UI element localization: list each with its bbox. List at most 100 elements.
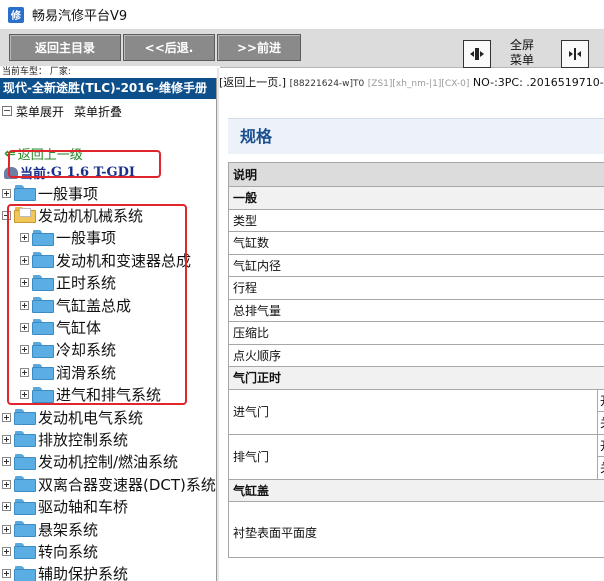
back-main-button[interactable]: 返回主目录 bbox=[9, 34, 121, 61]
back-up-label: 返回上一级 bbox=[17, 148, 83, 163]
restore-width-icon[interactable] bbox=[561, 40, 589, 68]
back-page-link[interactable]: [返回上一页.] bbox=[219, 76, 286, 89]
tree-node[interactable]: 冷却系统 bbox=[20, 339, 116, 361]
back-up-link[interactable]: ⇐ 返回上一级 bbox=[4, 144, 83, 164]
expand-icon[interactable] bbox=[2, 524, 11, 534]
tree-node[interactable]: 气缸盖总成 bbox=[20, 294, 131, 316]
current-prefix: 当前: bbox=[20, 167, 51, 182]
tree-node-label: 进气和排气系统 bbox=[56, 386, 162, 405]
tree-node[interactable]: 一般事项 bbox=[2, 182, 98, 204]
expand-icon[interactable] bbox=[2, 569, 11, 579]
tree-node[interactable]: 发动机机械系统 bbox=[2, 204, 143, 226]
tree-node[interactable]: 润滑系统 bbox=[20, 361, 116, 383]
spec-label: 压缩比 bbox=[228, 321, 604, 345]
spec-sub-label: 开启 bbox=[597, 388, 604, 412]
spec-sub-label: 关闭 bbox=[597, 456, 604, 480]
tree-node-label: 发动机控制/燃油系统 bbox=[38, 453, 179, 472]
prev-button[interactable]: <<后退. bbox=[123, 34, 215, 61]
expand-icon[interactable] bbox=[2, 479, 11, 489]
folder-icon bbox=[32, 252, 54, 269]
spec-label: 气缸内径 bbox=[228, 253, 604, 277]
folder-icon bbox=[14, 431, 36, 448]
tree-node-label: 转向系统 bbox=[38, 542, 99, 561]
spec-row: 排气门开启 bbox=[228, 433, 604, 480]
folder-icon bbox=[32, 319, 54, 336]
tree-node[interactable]: 发动机和变速器总成 bbox=[20, 249, 191, 271]
spec-label: 行程 bbox=[228, 276, 604, 300]
spec-row: 类型 bbox=[228, 208, 604, 232]
spec-label: 类型 bbox=[228, 208, 604, 232]
menu-toggle-row: 菜单展开 菜单折叠 bbox=[0, 99, 216, 123]
tree-node-label: 润滑系统 bbox=[56, 363, 117, 382]
expand-icon[interactable] bbox=[2, 502, 11, 512]
current-node: 当前: G 1.6 T-GDI bbox=[4, 163, 135, 182]
folder-icon bbox=[14, 409, 36, 425]
tree-node-label: 一般事项 bbox=[38, 184, 99, 203]
content-pane: [返回上一页.] [88221624-w]T0 [ZS1][xh_nm-|1][… bbox=[219, 68, 604, 581]
section-title: 规格 bbox=[228, 118, 604, 154]
spec-row: 气缸内径 bbox=[228, 253, 604, 277]
fullscreen-label: 全屏 bbox=[509, 38, 534, 52]
folder-icon bbox=[32, 229, 54, 246]
spec-row: 总排气量 bbox=[228, 298, 604, 322]
toolbar: 返回主目录 <<后退. >>前进 全屏 菜单 bbox=[0, 30, 604, 68]
tree-node-label: 正时系统 bbox=[56, 274, 117, 293]
tree-node[interactable]: 进气和排气系统 bbox=[20, 384, 161, 406]
tree-node[interactable]: 悬架系统 bbox=[2, 518, 98, 540]
doc-id: [88221624-w]T0 bbox=[289, 79, 365, 89]
expand-icon[interactable] bbox=[20, 278, 29, 288]
expand-icon[interactable] bbox=[20, 300, 29, 310]
expand-icon[interactable] bbox=[2, 188, 11, 198]
spec-section-label: 气门正时 bbox=[228, 366, 604, 390]
tree-node[interactable]: 驱动轴和车桥 bbox=[2, 496, 128, 518]
tree-node[interactable]: 气缸体 bbox=[20, 316, 101, 338]
table-header: 说明 bbox=[228, 162, 604, 187]
back-arrow-icon: ⇐ bbox=[4, 145, 16, 162]
menu-collapse-link[interactable]: 菜单折叠 bbox=[74, 103, 122, 120]
fullscreen-menu-label[interactable]: 全屏 菜单 bbox=[507, 38, 537, 68]
expand-icon[interactable] bbox=[2, 457, 11, 467]
tree-node-label: 冷却系统 bbox=[56, 341, 117, 360]
expand-icon[interactable] bbox=[20, 345, 29, 355]
expand-icon[interactable] bbox=[2, 434, 11, 444]
spec-table: 说明 一般类型气缸数气缸内径行程总排气量压缩比点火顺序气门正时进气门开启关闭排气… bbox=[228, 162, 604, 558]
expand-icon[interactable] bbox=[20, 233, 29, 243]
tree-node[interactable]: 排放控制系统 bbox=[2, 428, 128, 450]
spec-row: 衬垫表面平面度 bbox=[228, 501, 604, 558]
table-header-row: 说明 bbox=[228, 162, 604, 187]
spec-section-row: 气门正时 bbox=[228, 366, 604, 390]
spec-row: 进气门开启 bbox=[228, 388, 604, 435]
spec-label: 排气门 bbox=[228, 433, 598, 480]
tree-node[interactable]: 一般事项 bbox=[20, 227, 116, 249]
tree-node[interactable]: 辅助保护系统 bbox=[2, 563, 128, 581]
menu-expand-link[interactable]: 菜单展开 bbox=[16, 103, 64, 120]
tree-node[interactable]: 发动机电气系统 bbox=[2, 406, 143, 428]
spec-row: 行程 bbox=[228, 276, 604, 300]
collapse-icon[interactable] bbox=[2, 210, 11, 220]
folder-icon bbox=[32, 274, 54, 291]
left-tree-pane: 现代-全新途胜(TLC)-2016-维修手册 菜单展开 菜单折叠 ⇐ 返回上一级… bbox=[0, 78, 217, 581]
folder-icon bbox=[14, 185, 36, 201]
tree-node-label: 排放控制系统 bbox=[38, 430, 129, 449]
next-button[interactable]: >>前进 bbox=[217, 34, 301, 61]
expand-icon[interactable] bbox=[20, 390, 29, 400]
fit-width-icon[interactable] bbox=[463, 40, 491, 68]
app-logo-icon: 修 bbox=[8, 6, 24, 23]
tree-node[interactable]: 转向系统 bbox=[2, 540, 98, 562]
expand-icon[interactable] bbox=[20, 367, 29, 377]
spec-row: 压缩比 bbox=[228, 321, 604, 345]
expand-icon[interactable] bbox=[20, 255, 29, 265]
tree-node[interactable]: 发动机控制/燃油系统 bbox=[2, 451, 178, 473]
folder-icon bbox=[32, 341, 54, 358]
tree-node[interactable]: 正时系统 bbox=[20, 272, 116, 294]
expand-icon[interactable] bbox=[2, 546, 11, 556]
folder-icon bbox=[32, 297, 54, 313]
expand-icon[interactable] bbox=[20, 322, 29, 332]
spec-sub-label: 开启 bbox=[597, 433, 604, 457]
folder-icon bbox=[32, 364, 54, 381]
tree-node[interactable]: 双离合器变速器(DCT)系统 bbox=[2, 473, 216, 495]
vehicle-info: 当前车型： 厂家: bbox=[0, 66, 220, 78]
doc-number: NO-:3PC: .2016519710-- bbox=[472, 76, 604, 89]
open-folder-icon bbox=[14, 207, 36, 224]
expand-icon[interactable] bbox=[2, 412, 11, 422]
